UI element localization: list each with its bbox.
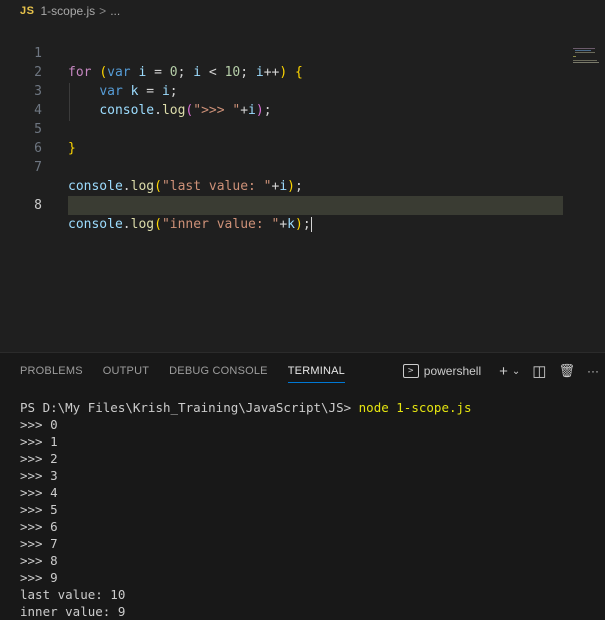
terminal-line: >>> 2	[20, 451, 58, 466]
code-line[interactable]: 7 console.log("last value: "+i);	[0, 139, 605, 194]
terminal-line: >>> 4	[20, 485, 58, 500]
split-terminal-icon[interactable]: ◫	[532, 362, 546, 380]
terminal-command: node 1-scope.js	[358, 400, 472, 415]
terminal-line: inner value: 9	[20, 604, 126, 619]
panel-actions: > powershell + ⌄ ◫ 🗑 ···	[402, 353, 605, 389]
minimap[interactable]	[565, 44, 605, 84]
tab-terminal[interactable]: TERMINAL	[278, 353, 355, 389]
shell-name: powershell	[423, 364, 482, 378]
code-line[interactable]: 4	[0, 82, 605, 118]
terminal-shell-selector[interactable]: > powershell	[402, 364, 482, 378]
code-text: console.log("last value: "+i);	[68, 179, 303, 194]
tab-debug-console[interactable]: DEBUG CONSOLE	[159, 353, 278, 389]
code-line[interactable]: 3 console.log(">>> "+i);	[0, 63, 605, 118]
breadcrumb-file[interactable]: 1-scope.js	[40, 4, 95, 18]
terminal-line: >>> 5	[20, 502, 58, 517]
bottom-panel: PROBLEMS OUTPUT DEBUG CONSOLE TERMINAL >…	[0, 352, 605, 620]
terminal-line: >>> 8	[20, 553, 58, 568]
code-line[interactable]: 1 for (var i = 0; i < 10; i++) {	[0, 25, 605, 80]
more-actions-icon[interactable]: ···	[587, 364, 599, 378]
breadcrumb-symbol[interactable]: ...	[110, 4, 120, 18]
terminal-prompt: PS D:\My Files\Krish_Training\JavaScript…	[20, 400, 359, 415]
terminal-line: >>> 9	[20, 570, 58, 585]
code-editor[interactable]: 1 for (var i = 0; i < 10; i++) { 2 var k…	[0, 22, 605, 352]
code-text: console.log("inner value: "+k);	[68, 217, 312, 232]
line-number: 8	[34, 198, 42, 213]
chevron-right-icon: >	[99, 4, 107, 18]
code-line[interactable]: 6	[0, 120, 605, 156]
terminal-line: >>> 0	[20, 417, 58, 432]
terminal-icon: >	[402, 364, 419, 378]
trash-icon[interactable]: 🗑	[558, 363, 575, 379]
code-line[interactable]: 5 }	[0, 101, 605, 156]
selection-highlight	[68, 196, 563, 215]
tab-problems[interactable]: PROBLEMS	[10, 353, 93, 389]
terminal-line: >>> 6	[20, 519, 58, 534]
terminal-line: >>> 3	[20, 468, 58, 483]
tab-output[interactable]: OUTPUT	[93, 353, 159, 389]
text-cursor	[310, 217, 312, 232]
terminal-line: >>> 1	[20, 434, 58, 449]
breadcrumb: JS 1-scope.js > ...	[0, 0, 605, 22]
terminal-line: last value: 10	[20, 587, 126, 602]
add-terminal-icon[interactable]: +	[499, 363, 508, 380]
terminal-line: >>> 7	[20, 536, 58, 551]
terminal-output[interactable]: PS D:\My Files\Krish_Training\JavaScript…	[20, 399, 472, 620]
terminal-command-line: PS D:\My Files\Krish_Training\JavaScript…	[20, 399, 472, 416]
code-line-active[interactable]: 8 console.log("inner value: "+k);	[0, 158, 605, 232]
code-line[interactable]: 2 var k = i;	[0, 44, 605, 99]
chevron-down-icon[interactable]: ⌄	[512, 366, 520, 377]
js-file-icon: JS	[20, 5, 35, 17]
